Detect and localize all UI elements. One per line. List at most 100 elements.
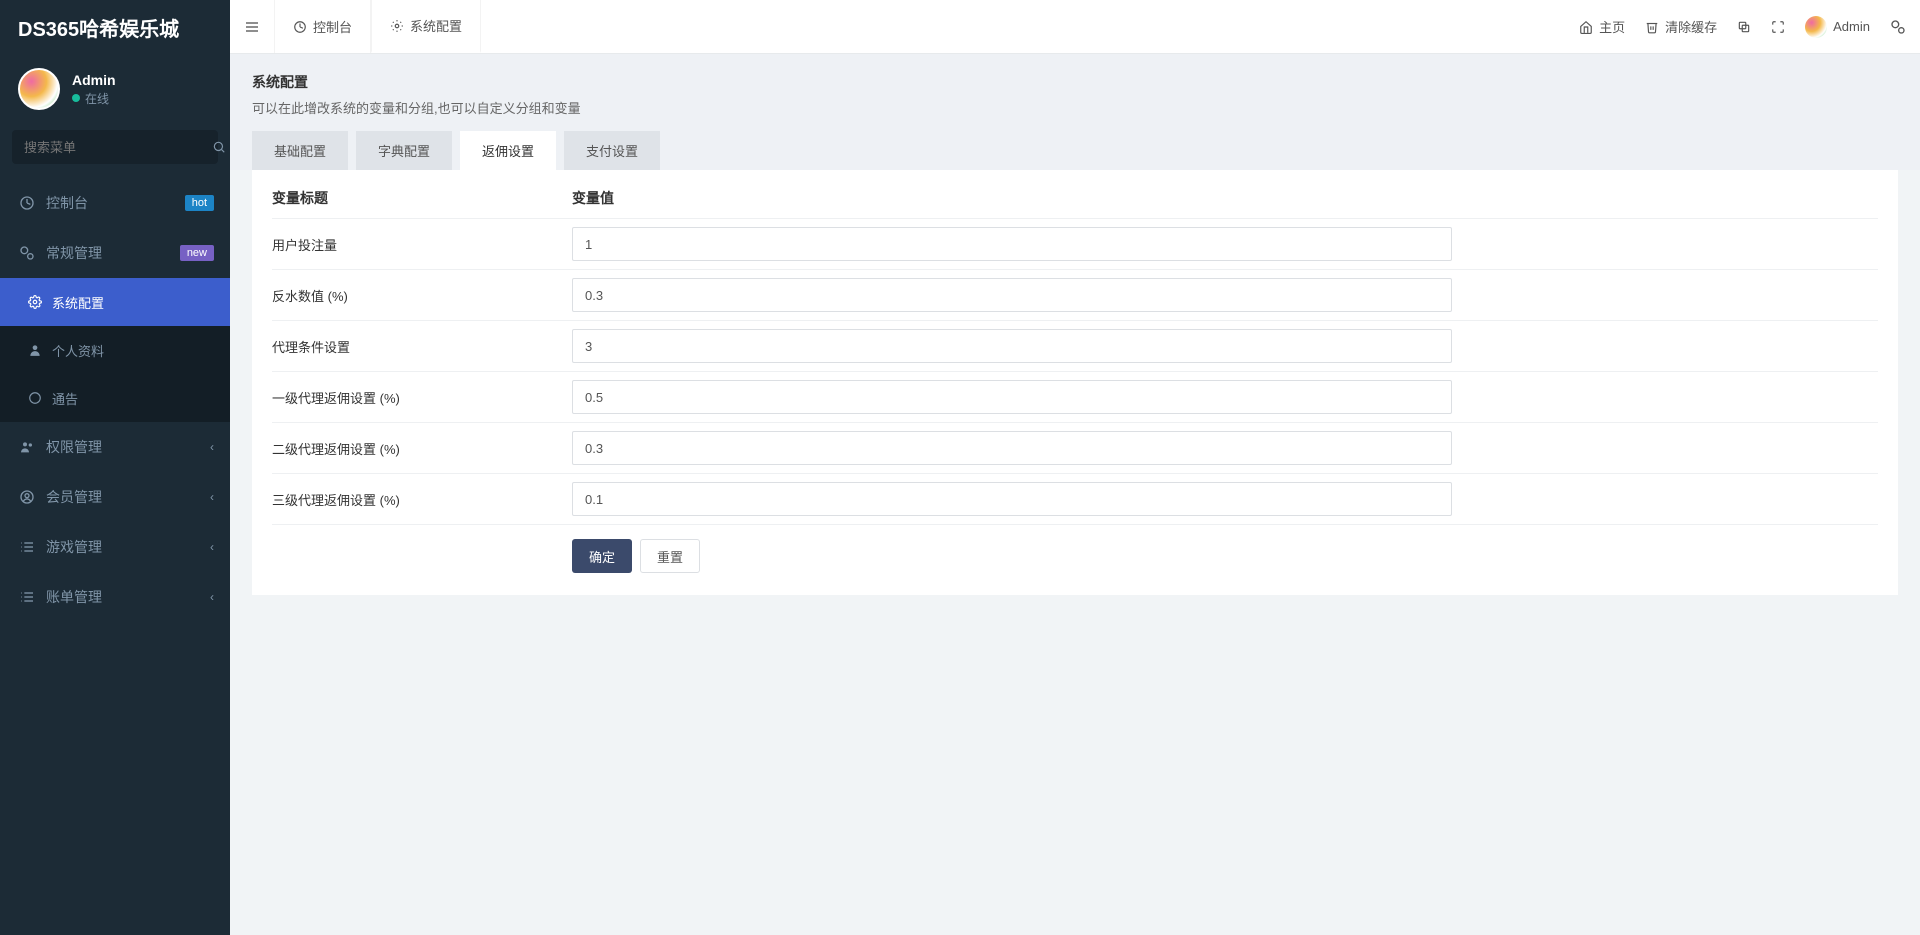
user-name: Admin <box>72 72 116 88</box>
user-status-text: 在线 <box>85 90 109 107</box>
row-label: 二级代理返佣设置 (%) <box>272 439 572 458</box>
row-label: 代理条件设置 <box>272 337 572 356</box>
home-label: 主页 <box>1599 17 1625 36</box>
user-circle-icon <box>16 489 38 505</box>
search-icon <box>212 140 226 154</box>
sidebar-item-label: 权限管理 <box>46 437 102 457</box>
sidebar-item-label: 系统配置 <box>52 293 104 312</box>
home-icon <box>1579 20 1593 34</box>
dashboard-icon <box>16 195 38 211</box>
sidebar-menu: 控制台 hot 常规管理 new <box>0 178 230 622</box>
sidebar-item-dashboard[interactable]: 控制台 hot <box>0 178 230 228</box>
table-row: 代理条件设置 <box>272 320 1878 371</box>
row-input-level2-rebate[interactable] <box>572 431 1452 465</box>
list-icon <box>16 589 38 605</box>
table-row: 三级代理返佣设置 (%) <box>272 473 1878 524</box>
row-input-level1-rebate[interactable] <box>572 380 1452 414</box>
cogs-icon <box>1890 19 1906 35</box>
topbar-tab-system-config[interactable]: 系统配置 <box>371 0 481 53</box>
topbar-clear-cache[interactable]: 清除缓存 <box>1645 17 1717 36</box>
sidebar-item-label: 会员管理 <box>46 487 102 507</box>
badge-hot: hot <box>185 195 214 211</box>
tab-basic-config[interactable]: 基础配置 <box>252 131 348 170</box>
user-icon <box>24 343 46 357</box>
sidebar-item-label: 常规管理 <box>46 243 102 263</box>
row-input-agent-condition[interactable] <box>572 329 1452 363</box>
chevron-left-icon: ‹ <box>210 490 214 504</box>
topbar-settings[interactable] <box>1890 19 1906 35</box>
user-status: 在线 <box>72 90 116 107</box>
panel-header: 系统配置 可以在此增改系统的变量和分组,也可以自定义分组和变量 <box>230 54 1920 131</box>
circle-icon <box>24 391 46 405</box>
sidebar-item-label: 控制台 <box>46 193 88 213</box>
sidebar-item-members[interactable]: 会员管理 ‹ <box>0 472 230 522</box>
copy-icon <box>1737 20 1751 34</box>
sidebar-subitem-profile[interactable]: 个人资料 <box>0 326 230 374</box>
row-label: 一级代理返佣设置 (%) <box>272 388 572 407</box>
menu-icon <box>244 19 260 35</box>
sidebar-subitem-notice[interactable]: 通告 <box>0 374 230 422</box>
avatar-small <box>1805 16 1827 38</box>
cogs-icon <box>16 245 38 261</box>
main: 控制台 系统配置 主页 清除缓存 <box>230 0 1920 935</box>
tab-dict-config[interactable]: 字典配置 <box>356 131 452 170</box>
sidebar-item-games[interactable]: 游戏管理 ‹ <box>0 522 230 572</box>
header-value: 变量值 <box>572 188 1878 208</box>
sidebar-subitem-system-config[interactable]: 系统配置 <box>0 278 230 326</box>
topbar-tab-dashboard[interactable]: 控制台 <box>274 0 371 53</box>
submit-button[interactable]: 确定 <box>572 539 632 573</box>
tab-payment-config[interactable]: 支付设置 <box>564 131 660 170</box>
badge-new: new <box>180 245 214 261</box>
list-icon <box>16 539 38 555</box>
online-dot-icon <box>72 94 80 102</box>
config-tabs: 基础配置 字典配置 返佣设置 支付设置 <box>230 131 1920 170</box>
trash-icon <box>1645 20 1659 34</box>
topbar: 控制台 系统配置 主页 清除缓存 <box>230 0 1920 54</box>
sidebar-toggle-button[interactable] <box>230 0 274 53</box>
brand-text: DS365哈希娱乐城 <box>18 13 179 42</box>
panel-title: 系统配置 <box>252 72 1898 92</box>
search-input[interactable] <box>12 140 212 155</box>
sidebar-item-label: 通告 <box>52 389 78 408</box>
sidebar-item-label: 个人资料 <box>52 341 104 360</box>
sidebar-item-label: 账单管理 <box>46 587 102 607</box>
topbar-user-name: Admin <box>1833 19 1870 34</box>
sidebar-search <box>12 130 218 164</box>
sidebar-item-permissions[interactable]: 权限管理 ‹ <box>0 422 230 472</box>
topbar-copy[interactable] <box>1737 20 1751 34</box>
search-button[interactable] <box>212 140 226 154</box>
tab-label: 控制台 <box>313 17 352 36</box>
chevron-left-icon: ‹ <box>210 440 214 454</box>
table-row: 用户投注量 <box>272 218 1878 269</box>
panel-body: 变量标题 变量值 用户投注量 反水数值 (%) 代理条件设置 一级代理返佣设置 … <box>252 170 1898 595</box>
panel-subtitle: 可以在此增改系统的变量和分组,也可以自定义分组和变量 <box>252 98 1898 117</box>
avatar[interactable] <box>18 68 60 110</box>
table-head: 变量标题 变量值 <box>272 188 1878 208</box>
dashboard-icon <box>293 20 307 34</box>
topbar-user[interactable]: Admin <box>1805 16 1870 38</box>
chevron-left-icon: ‹ <box>210 540 214 554</box>
sidebar-item-general[interactable]: 常规管理 new <box>0 228 230 278</box>
row-input-bet-amount[interactable] <box>572 227 1452 261</box>
brand[interactable]: DS365哈希娱乐城 <box>0 0 230 54</box>
content: 系统配置 可以在此增改系统的变量和分组,也可以自定义分组和变量 基础配置 字典配… <box>230 54 1920 935</box>
row-label: 用户投注量 <box>272 235 572 254</box>
topbar-home[interactable]: 主页 <box>1579 17 1625 36</box>
sidebar-item-label: 游戏管理 <box>46 537 102 557</box>
table-row: 二级代理返佣设置 (%) <box>272 422 1878 473</box>
reset-button[interactable]: 重置 <box>640 539 700 573</box>
sidebar: DS365哈希娱乐城 Admin 在线 <box>0 0 230 935</box>
topbar-fullscreen[interactable] <box>1771 20 1785 34</box>
gear-icon <box>24 295 46 309</box>
gear-icon <box>390 19 404 33</box>
row-input-level3-rebate[interactable] <box>572 482 1452 516</box>
sidebar-item-bills[interactable]: 账单管理 ‹ <box>0 572 230 622</box>
row-input-rebate-pct[interactable] <box>572 278 1452 312</box>
header-label: 变量标题 <box>272 188 572 208</box>
clear-cache-label: 清除缓存 <box>1665 17 1717 36</box>
tab-rebate-config[interactable]: 返佣设置 <box>460 131 556 170</box>
users-icon <box>16 439 38 455</box>
expand-icon <box>1771 20 1785 34</box>
table-row: 一级代理返佣设置 (%) <box>272 371 1878 422</box>
table-row: 反水数值 (%) <box>272 269 1878 320</box>
